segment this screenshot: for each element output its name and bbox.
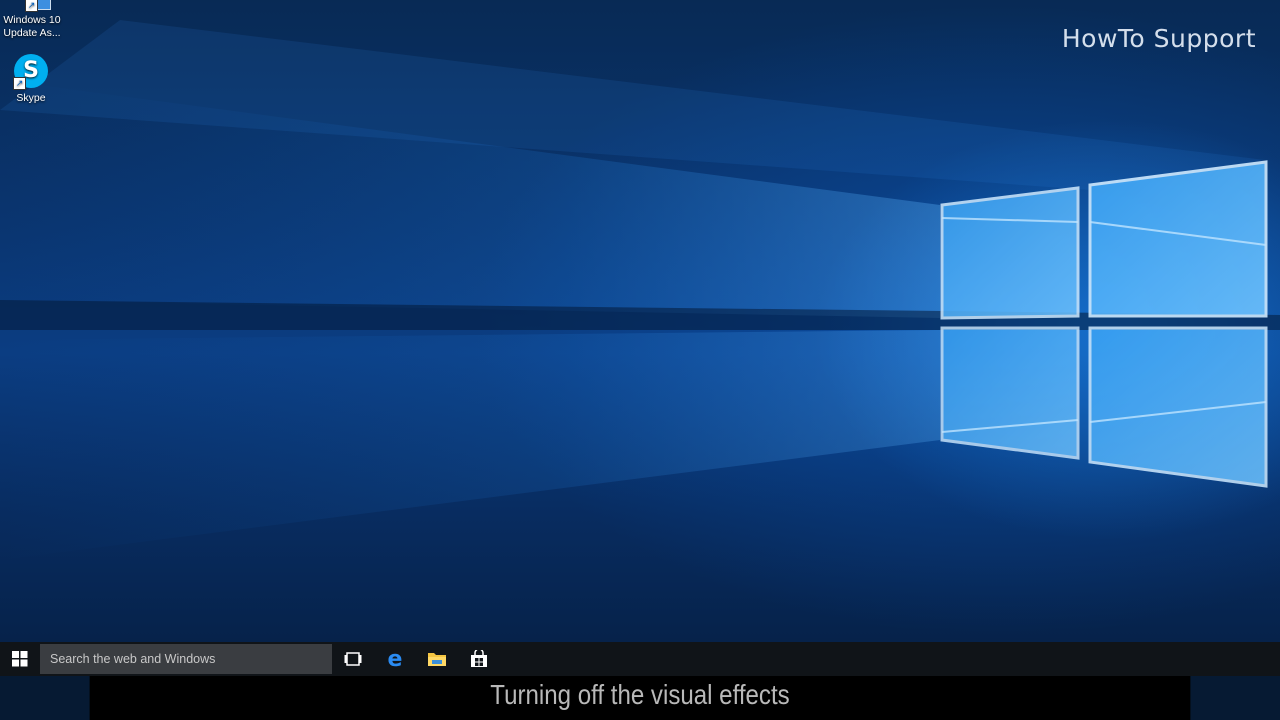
taskbar-search-box[interactable]: Search the web and Windows	[40, 644, 332, 674]
edge-icon: e	[387, 646, 403, 672]
desktop-icon-skype[interactable]: S ↗ Skype	[0, 54, 63, 105]
file-explorer-button[interactable]	[416, 642, 458, 676]
desktop-background: ↗ Windows 10 Update As... S ↗ Skype HowT…	[0, 0, 1280, 642]
windows-update-assistant-icon: ↗	[15, 0, 51, 12]
channel-watermark: HowTo Support	[1061, 24, 1256, 53]
store-icon	[471, 650, 487, 667]
folder-icon	[428, 653, 446, 666]
windows-logo-wallpaper	[0, 20, 1280, 560]
edge-button[interactable]: e	[374, 642, 416, 676]
search-placeholder: Search the web and Windows	[50, 652, 216, 666]
skype-icon: S ↗	[13, 54, 49, 90]
desktop-icon-label: Skype	[16, 92, 46, 104]
shortcut-arrow-icon: ↗	[13, 77, 26, 90]
task-view-button[interactable]	[332, 642, 374, 676]
windows-start-icon	[12, 651, 28, 667]
video-caption: Turning off the visual effects	[89, 676, 1191, 720]
task-view-icon	[344, 652, 362, 666]
desktop-icon-label: Windows 10 Update As...	[3, 14, 61, 39]
start-button[interactable]	[0, 642, 40, 676]
store-button[interactable]	[458, 642, 500, 676]
taskbar: Search the web and Windows e	[0, 642, 1280, 676]
desktop-icon-windows-update-assistant[interactable]: ↗ Windows 10 Update As...	[0, 0, 64, 40]
